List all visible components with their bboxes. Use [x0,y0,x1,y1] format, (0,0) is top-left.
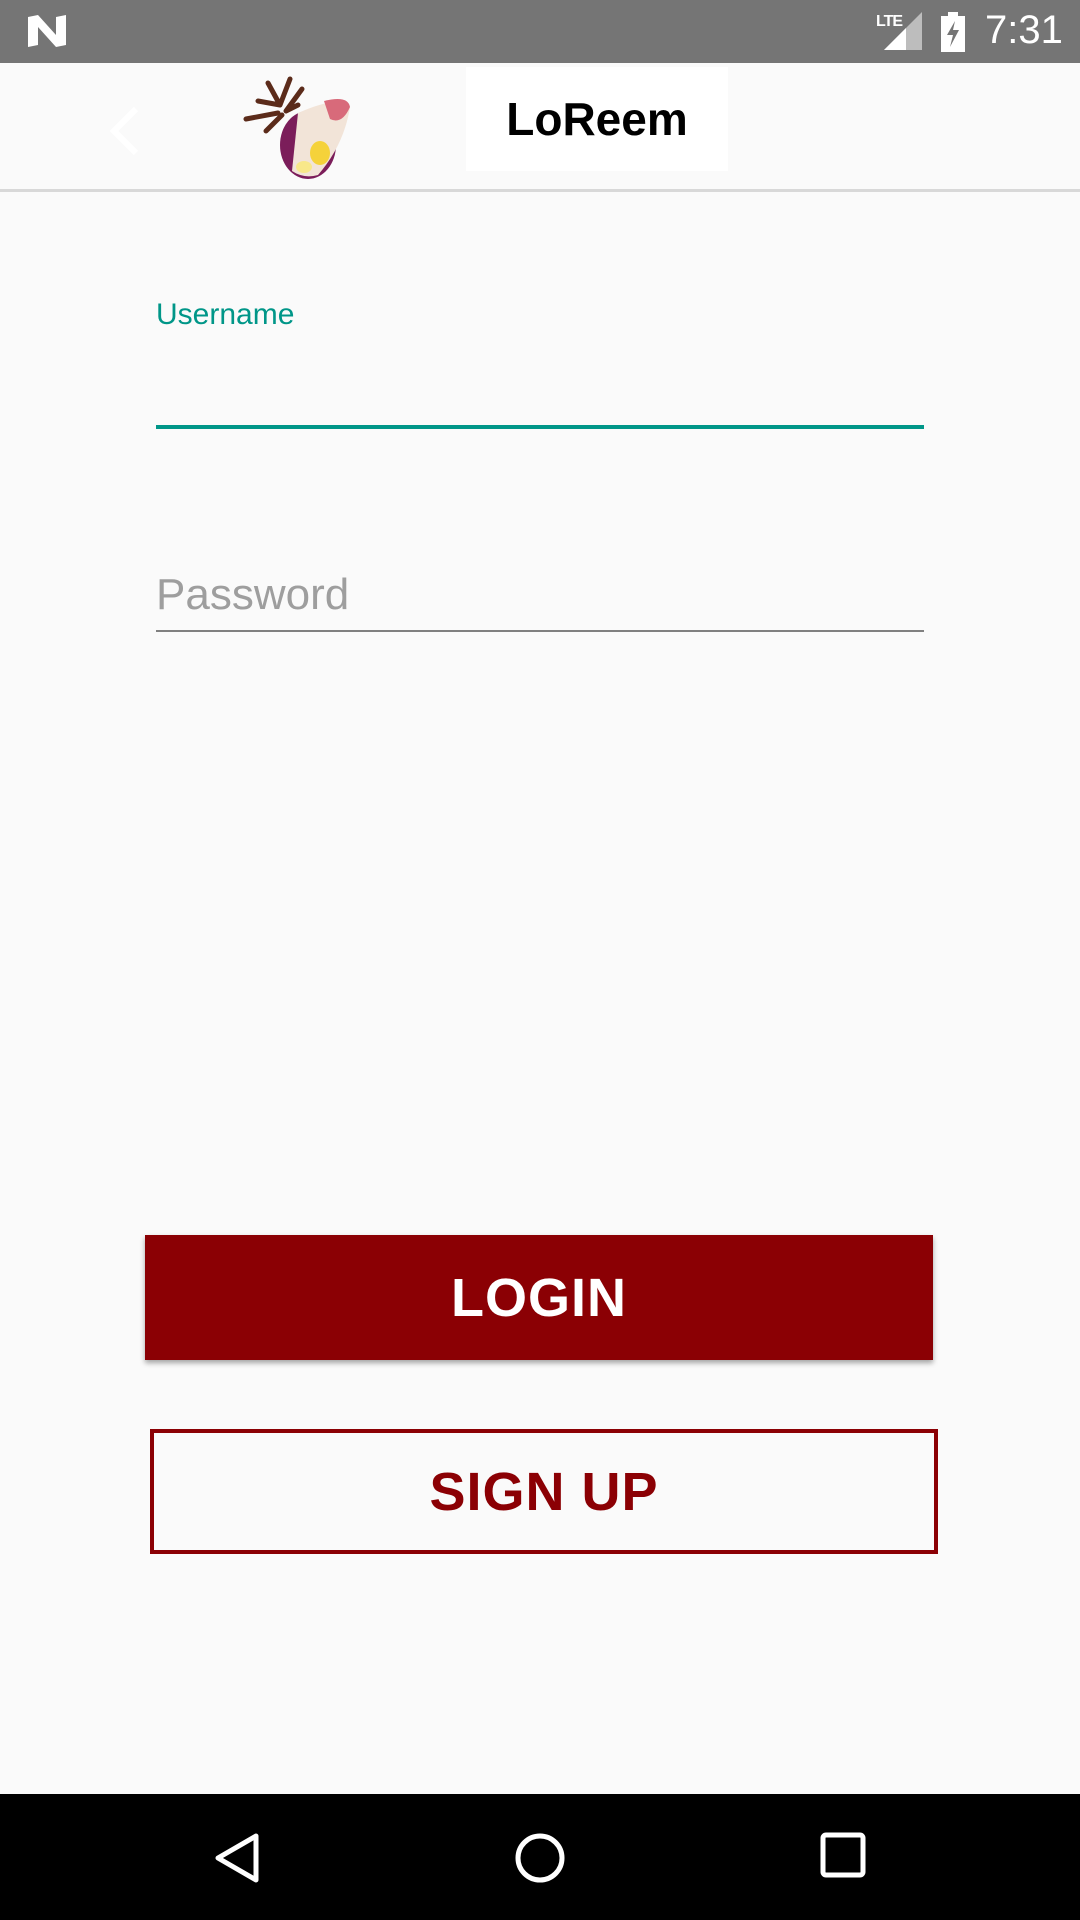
nav-back-icon[interactable] [210,1830,262,1886]
notification-n-icon [28,15,66,47]
brand-header: LoReem [466,67,728,171]
signal-icon [884,12,922,50]
brand-title: LoReem [506,93,688,145]
app-logo-icon [243,76,350,179]
password-input[interactable] [156,560,924,632]
app-bar: LoReem [0,63,1080,192]
battery-charging-icon [941,12,965,52]
back-arrow-icon[interactable] [100,103,150,159]
nav-home-icon[interactable] [512,1830,568,1886]
login-button[interactable]: LOGIN [145,1235,933,1360]
username-input[interactable] [156,355,924,429]
status-bar: LTE 7:31 [0,0,1080,63]
system-nav-bar [0,1794,1080,1920]
nav-recents-icon[interactable] [818,1830,868,1880]
status-clock: 7:31 [985,8,1063,52]
username-label: Username [156,298,295,331]
signup-button[interactable]: SIGN UP [150,1429,938,1554]
